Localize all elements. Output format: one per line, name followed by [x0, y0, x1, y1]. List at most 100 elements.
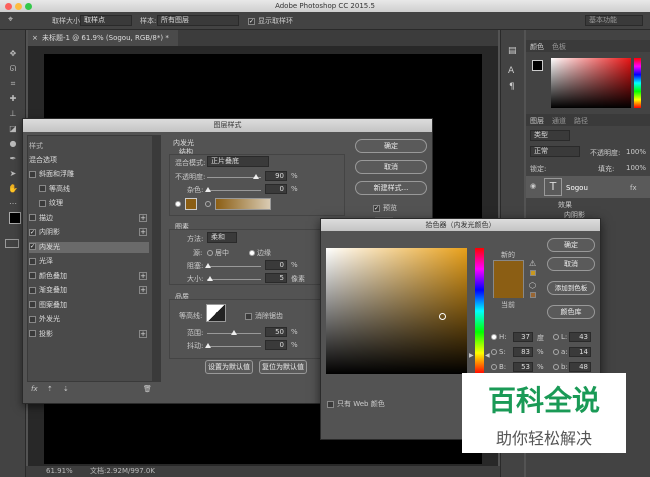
tab-swatches[interactable]: 色板: [552, 42, 566, 52]
tab-layers[interactable]: 图层: [530, 116, 544, 126]
style-item[interactable]: 投影 +: [29, 329, 149, 340]
choke-slider[interactable]: [207, 266, 261, 267]
workspace-select[interactable]: 基本功能: [585, 15, 643, 26]
web-safe-swatch[interactable]: [530, 292, 536, 298]
fill-value[interactable]: 100%: [626, 164, 646, 172]
zoom-level[interactable]: 61.91%: [46, 466, 73, 477]
noise-knob[interactable]: [205, 187, 211, 192]
quick-mask-icon[interactable]: [5, 239, 19, 248]
style-item[interactable]: 光泽: [29, 256, 149, 267]
out-of-gamut-warning-icon[interactable]: ⚠: [529, 259, 536, 268]
blend-mode-dropdown[interactable]: 正片叠底: [207, 156, 269, 167]
solid-color-radio[interactable]: [175, 200, 183, 208]
picker-cancel-button[interactable]: 取消: [547, 257, 595, 271]
jitter-input[interactable]: 0: [265, 340, 287, 350]
hue-field[interactable]: H:: [491, 333, 507, 341]
move-up-icon[interactable]: ⇡: [47, 385, 53, 393]
layer-name[interactable]: Sogou: [566, 184, 588, 192]
hue-input[interactable]: 37: [513, 332, 533, 342]
hand-tool-icon[interactable]: ✋: [5, 183, 21, 195]
style-item-checkbox[interactable]: [29, 272, 36, 279]
add-style-instance-icon[interactable]: +: [139, 329, 147, 338]
picker-ok-button[interactable]: 确定: [547, 238, 595, 252]
size-knob[interactable]: [207, 276, 213, 281]
pen-tool-icon[interactable]: ✒: [5, 153, 21, 165]
web-safe-cube-icon[interactable]: ⬡: [529, 281, 536, 290]
layer-opacity-value[interactable]: 100%: [626, 148, 646, 156]
style-item-checkbox[interactable]: [29, 286, 36, 294]
hue-slider-right-arrow[interactable]: ◀: [485, 352, 490, 359]
crop-tool-icon[interactable]: ⌗: [5, 78, 21, 90]
set-default-button[interactable]: 设置为默认值: [205, 360, 253, 374]
foreground-color-swatch[interactable]: [9, 212, 21, 224]
move-tool-icon[interactable]: ✥: [5, 48, 21, 60]
gamut-swatch[interactable]: [530, 270, 536, 276]
style-item[interactable]: 颜色叠加 +: [29, 271, 149, 282]
noise-input[interactable]: 0: [265, 184, 287, 194]
minimize-window-button[interactable]: [15, 3, 22, 10]
style-item[interactable]: 斜面和浮雕: [29, 169, 149, 180]
hue-slider[interactable]: [475, 248, 484, 374]
add-style-instance-icon[interactable]: +: [139, 213, 147, 222]
tab-paths[interactable]: 路径: [574, 116, 588, 126]
saturation-brightness-field[interactable]: [326, 248, 467, 374]
more-tools-icon[interactable]: ⋯: [5, 198, 21, 210]
paragraph-icon[interactable]: ¶: [509, 82, 515, 92]
effects-label[interactable]: 效果: [558, 200, 572, 210]
lasso-tool-icon[interactable]: ᘏ: [5, 63, 21, 75]
glow-gradient-swatch[interactable]: [215, 198, 271, 210]
style-item[interactable]: 等高线: [39, 184, 159, 195]
style-item-checkbox[interactable]: ✓: [29, 228, 36, 236]
close-window-button[interactable]: [5, 3, 12, 10]
character-icon[interactable]: A: [508, 66, 514, 76]
style-item[interactable]: ✓ 内阴影 +: [29, 227, 149, 238]
healing-brush-icon[interactable]: ✚: [5, 93, 21, 105]
tab-channels[interactable]: 通道: [552, 116, 566, 126]
style-item-checkbox[interactable]: [29, 214, 36, 221]
jitter-slider[interactable]: [207, 346, 261, 347]
eraser-tool-icon[interactable]: ◪: [5, 123, 21, 135]
style-item[interactable]: 纹理: [39, 198, 159, 209]
blend-mode-select[interactable]: 正常: [530, 146, 580, 157]
eyedropper-icon[interactable]: ⌖: [8, 15, 13, 25]
preview-checkbox[interactable]: ✓ 预览: [373, 203, 397, 213]
styles-list-scrollbar[interactable]: [153, 135, 161, 382]
style-item-checkbox[interactable]: ✓: [29, 243, 36, 250]
choke-knob[interactable]: [205, 263, 211, 268]
cancel-button[interactable]: 取消: [355, 160, 427, 174]
style-item[interactable]: 渐变叠加 +: [29, 285, 149, 296]
color-panel-field[interactable]: [551, 58, 631, 108]
color-field-cursor[interactable]: [439, 313, 446, 320]
reset-default-button[interactable]: 复位为默认值: [259, 360, 307, 374]
style-item-checkbox[interactable]: [29, 257, 36, 265]
add-style-instance-icon[interactable]: +: [139, 286, 147, 294]
size-input[interactable]: 5: [265, 273, 287, 283]
opacity-input[interactable]: 90: [265, 171, 287, 181]
lab-l-field[interactable]: L:: [553, 333, 567, 341]
brightness-field[interactable]: B:: [491, 363, 506, 371]
style-item[interactable]: ✓ 内发光: [29, 241, 149, 253]
move-down-icon[interactable]: ⇣: [63, 385, 69, 393]
style-item[interactable]: 图案叠加: [29, 300, 149, 311]
tab-color[interactable]: 颜色: [530, 42, 544, 52]
style-item-checkbox[interactable]: [39, 199, 46, 207]
show-ring-checkbox[interactable]: ✓ 显示取样环: [248, 16, 293, 26]
close-tab-icon[interactable]: ×: [32, 30, 38, 46]
trash-icon[interactable]: 🗑: [143, 385, 152, 393]
style-item-checkbox[interactable]: [29, 315, 36, 323]
saturation-field[interactable]: S:: [491, 348, 506, 356]
contour-picker[interactable]: [206, 304, 226, 322]
range-input[interactable]: 50: [265, 327, 287, 337]
panel-foreground-swatch[interactable]: [532, 60, 543, 71]
add-style-instance-icon[interactable]: +: [139, 271, 147, 280]
brightness-input[interactable]: 53: [513, 362, 533, 372]
style-item-checkbox[interactable]: [39, 185, 46, 192]
current-color-swatch[interactable]: [494, 280, 523, 298]
style-item[interactable]: 外发光: [29, 314, 149, 325]
size-slider[interactable]: [207, 279, 261, 280]
source-edge-radio[interactable]: 边缘: [249, 248, 271, 258]
clone-stamp-icon[interactable]: ⊥: [5, 108, 21, 120]
choke-input[interactable]: 0: [265, 260, 287, 270]
lab-l-input[interactable]: 43: [569, 332, 591, 342]
path-selection-icon[interactable]: ➤: [5, 168, 21, 180]
